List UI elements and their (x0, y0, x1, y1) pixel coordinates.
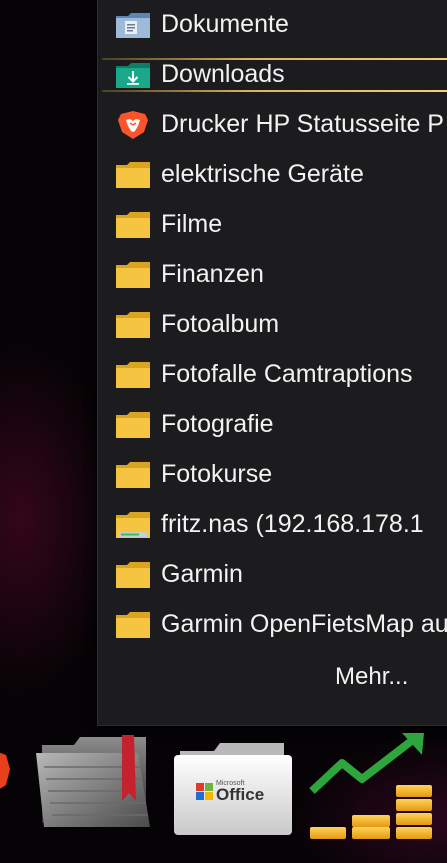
stack-item-label: fritz.nas (192.168.178.1 (161, 510, 424, 538)
stack-item-label: Fotografie (161, 410, 274, 438)
stack-item-filme[interactable]: Filme (98, 200, 447, 250)
microsoft-office-folder-icon[interactable]: Microsoft Office (172, 741, 294, 837)
office-logo-text: Office (216, 785, 264, 804)
desktop: Dokumente Downloads Drucker HP Statussei… (0, 0, 447, 863)
stack-item-dokumente[interactable]: Dokumente (98, 0, 447, 50)
stack-item-label: Dokumente (161, 10, 289, 38)
folder-icon (116, 162, 150, 188)
stack-item-drucker-hp[interactable]: Drucker HP Statusseite P (98, 100, 447, 150)
network-drive-icon (116, 512, 150, 538)
dock: Microsoft Office (0, 725, 447, 863)
stack-item-downloads[interactable]: Downloads (98, 50, 447, 100)
stack-item-label: Downloads (161, 60, 285, 88)
more-button[interactable]: Mehr... (335, 662, 408, 692)
stack-item-label: elektrische Geräte (161, 160, 364, 188)
folder-icon (116, 212, 150, 238)
stack-item-label: Fotoalbum (161, 310, 280, 338)
stack-item-fritz-nas[interactable]: fritz.nas (192.168.178.1 (98, 500, 447, 550)
stack-item-fotoalbum[interactable]: Fotoalbum (98, 300, 447, 350)
stack-item-fotokurse[interactable]: Fotokurse (98, 450, 447, 500)
stack-item-finanzen[interactable]: Finanzen (98, 250, 447, 300)
stack-item-label: Garmin OpenFietsMap au (161, 610, 447, 638)
stack-item-label: Fotofalle Camtraptions (161, 360, 413, 388)
folder-icon (116, 262, 150, 288)
stack-item-label: Filme (161, 210, 223, 238)
downloads-folder-icon (116, 63, 150, 88)
stack-item-label: Finanzen (161, 260, 264, 288)
stack-item-label: Drucker HP Statusseite P (161, 110, 444, 138)
stack-item-fotofalle-camtraptions[interactable]: Fotofalle Camtraptions (98, 350, 447, 400)
folder-icon (116, 562, 150, 588)
stack-item-label: Garmin (161, 560, 243, 588)
stack-popup-menu: Dokumente Downloads Drucker HP Statussei… (97, 0, 447, 726)
finance-chart-icon[interactable] (306, 729, 447, 845)
stack-item-garmin[interactable]: Garmin (98, 550, 447, 600)
brave-browser-icon[interactable] (0, 747, 14, 797)
stack-item-fotografie[interactable]: Fotografie (98, 400, 447, 450)
folder-icon (116, 412, 150, 438)
folder-icon (116, 612, 150, 638)
folder-icon (116, 312, 150, 338)
stack-item-label: Fotokurse (161, 460, 273, 488)
stack-item-elektrische-geraete[interactable]: elektrische Geräte (98, 150, 447, 200)
folder-icon (116, 362, 150, 388)
folder-icon (116, 462, 150, 488)
document-folder-icon (116, 13, 150, 38)
stacks-folder-icon[interactable] (34, 731, 156, 831)
stack-item-garmin-openfietsmap[interactable]: Garmin OpenFietsMap au (98, 600, 447, 650)
brave-browser-icon (118, 111, 148, 139)
